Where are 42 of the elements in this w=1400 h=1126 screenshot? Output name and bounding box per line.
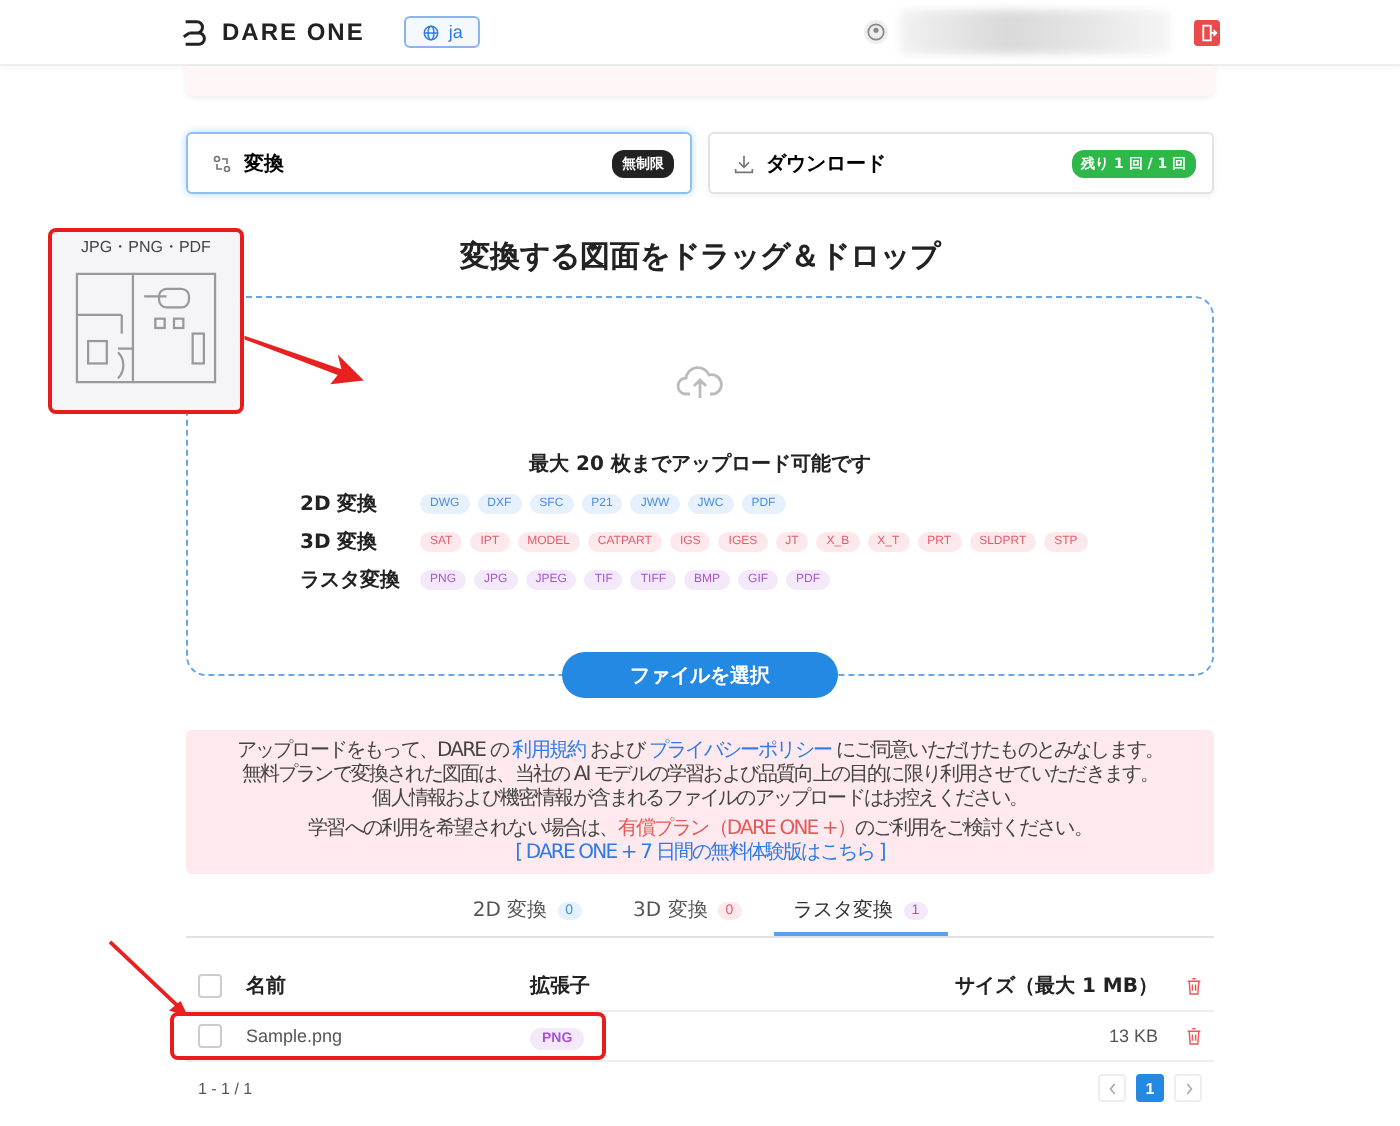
format-group-label: ラスタ変換	[300, 566, 402, 594]
chevron-right-icon	[1183, 1081, 1193, 1095]
upload-limit-text: 最大 20 枚までアップロード可能です	[529, 450, 871, 478]
chevron-left-icon	[1107, 1081, 1117, 1095]
column-header: 名前	[246, 973, 288, 1000]
paid-plan-link[interactable]: 有償プラン（DARE ONE +）	[617, 818, 856, 840]
page-range: 1 - 1 / 1	[198, 1079, 253, 1097]
globe-icon	[422, 23, 441, 41]
row-checkbox[interactable]	[198, 1024, 222, 1048]
select-file-button[interactable]: ファイルを選択	[562, 652, 838, 698]
notice-link[interactable]: [ DARE ONE + 7 日間の無料体験版はこちら ]	[515, 842, 885, 864]
download-icon	[734, 153, 754, 173]
page-button[interactable]: 1	[1136, 1074, 1164, 1102]
trash-icon[interactable]	[1186, 976, 1202, 996]
logo-text: DARE ONE	[222, 18, 365, 46]
cloud-upload-icon	[676, 362, 724, 402]
notice-link[interactable]: 利用規約	[512, 740, 586, 762]
user-icon[interactable]	[864, 20, 888, 44]
notice-link[interactable]: プライバシーポリシー	[648, 740, 831, 762]
notice-text: アップロードをもって、DARE の	[236, 740, 511, 762]
swap-icon	[212, 153, 232, 173]
annotation-arrow	[108, 940, 192, 1020]
format-group-label: 2D 変換	[300, 490, 380, 518]
logout-icon[interactable]	[1194, 19, 1220, 45]
previous-page-button[interactable]	[1098, 1074, 1126, 1102]
trash-icon[interactable]	[1186, 1026, 1202, 1046]
thumbnail-caption: JPG・PNG・PDF	[81, 236, 211, 258]
select-all-checkbox[interactable]	[198, 974, 222, 998]
notice-text: 個人情報および機密情報が含まれるファイルのアップロードはお控えください。	[372, 788, 1028, 810]
column-header: 拡張子	[530, 973, 592, 1000]
file-name: Sample.png	[246, 1026, 345, 1046]
notice-text: 学習への利用を希望されない場合は、	[308, 818, 618, 840]
file-size: 13 KB	[1106, 1026, 1158, 1046]
notice-text: のご利用をご検討ください。	[855, 818, 1092, 840]
language-button[interactable]: ja	[404, 16, 481, 48]
notice-text: および	[587, 740, 648, 762]
column-header: サイズ（最大 1 MB）	[953, 973, 1158, 1000]
format-group-label: 3D 変換	[300, 528, 380, 556]
next-page-button[interactable]	[1174, 1074, 1202, 1102]
logo-icon	[180, 17, 210, 47]
notice-text: にご同意いただけたものとみなします。	[833, 740, 1164, 762]
notice-text: 無料プランで変換された図面は、当社の AI モデルの学習および品質向上の目的に限り利用させていただきます。	[241, 764, 1159, 786]
